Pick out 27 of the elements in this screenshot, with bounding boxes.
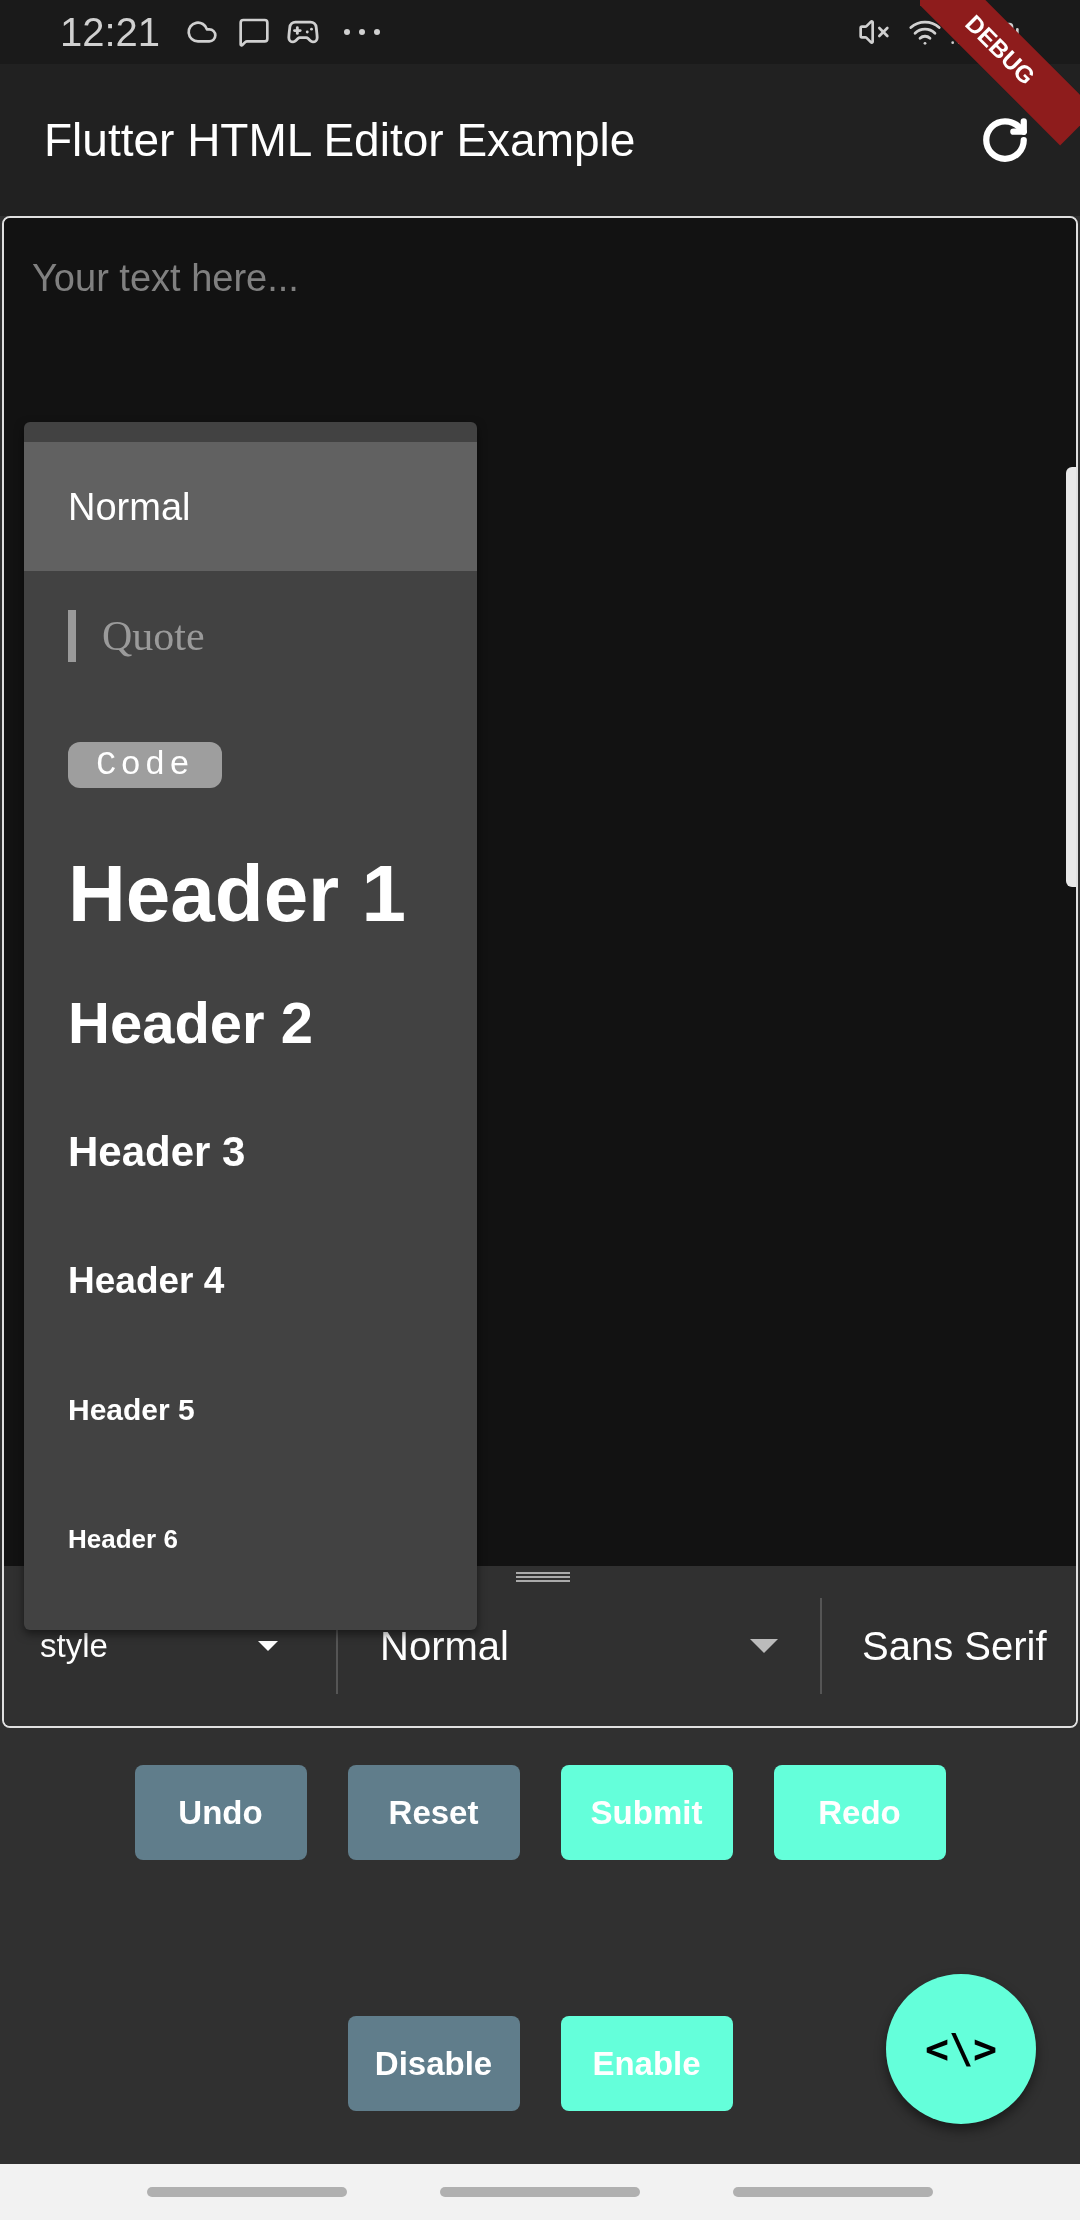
chat-icon xyxy=(238,16,271,48)
more-icon xyxy=(344,29,381,35)
status-time: 12:21 xyxy=(60,9,161,56)
style-menu-item[interactable]: Header 5 xyxy=(24,1345,477,1474)
action-button[interactable]: Disable xyxy=(347,2016,520,2111)
style-menu-item[interactable]: Header 3 xyxy=(24,1087,477,1216)
refresh-icon[interactable] xyxy=(980,115,1030,165)
format-dropdown[interactable]: Normal xyxy=(338,1598,820,1694)
style-menu-item[interactable]: Header 4 xyxy=(24,1216,477,1345)
style-menu-item[interactable]: Header 1 xyxy=(24,829,477,958)
caret-icon xyxy=(258,1641,278,1651)
drag-handle-icon[interactable] xyxy=(516,1572,570,1582)
nav-pill-icon[interactable] xyxy=(733,2187,934,2197)
app-title: Flutter HTML Editor Example xyxy=(44,112,637,168)
style-menu-item[interactable]: Header 2 xyxy=(24,958,477,1087)
nav-pill-icon[interactable] xyxy=(146,2187,347,2197)
style-menu-item[interactable]: Quote xyxy=(24,571,477,700)
action-button[interactable]: Undo xyxy=(134,1765,307,1860)
nav-pill-icon[interactable] xyxy=(440,2187,640,2197)
quote-bar-icon xyxy=(68,609,76,662)
style-menu-item[interactable]: Header 6 xyxy=(24,1474,477,1603)
code-view-button[interactable]: <\> xyxy=(886,1974,1036,2124)
action-button[interactable]: Reset xyxy=(347,1765,520,1860)
font-dropdown[interactable]: Sans Serif xyxy=(822,1598,1076,1694)
style-menu-item[interactable]: Normal xyxy=(24,442,477,571)
caret-icon xyxy=(750,1639,778,1653)
editor-placeholder: Your text here... xyxy=(32,257,299,299)
